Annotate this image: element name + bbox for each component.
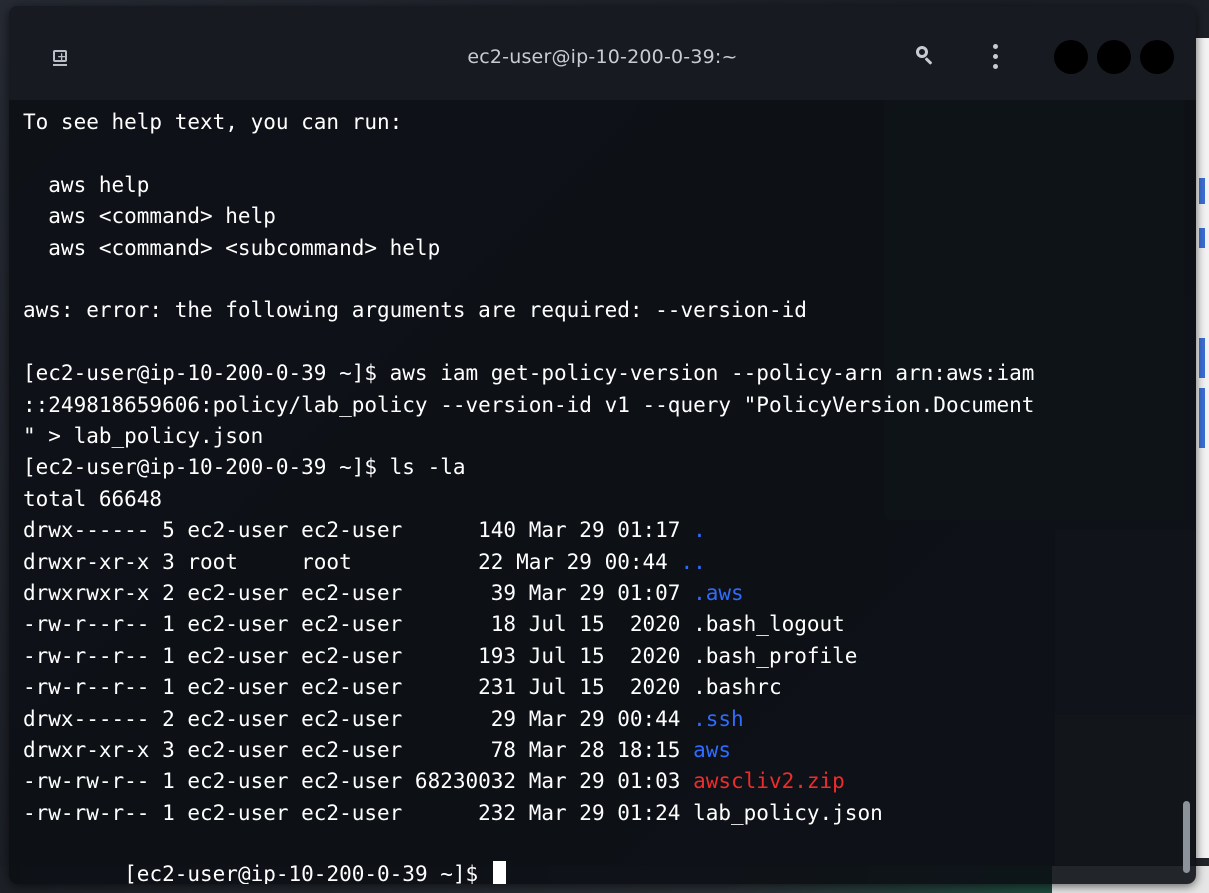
output-line: ::249818659606:policy/lab_policy --versi… [23, 390, 1034, 420]
output-line: aws help [23, 170, 149, 200]
line-text: -rw-rw-r-- 1 ec2-user ec2-user 232 Mar 2… [23, 800, 694, 825]
listing-row: drwx------ 5 ec2-user ec2-user 140 Mar 2… [23, 515, 706, 545]
search-icon[interactable] [915, 44, 937, 68]
file-name: .bash_profile [693, 643, 858, 668]
kebab-menu-icon[interactable] [989, 44, 1001, 70]
line-text: -rw-rw-r-- 1 ec2-user ec2-user 68230032 … [23, 769, 694, 794]
line-text: drwxrwxr-x 2 ec2-user ec2-user 39 Mar 29… [23, 581, 694, 605]
line-text: aws <command> help [23, 204, 276, 229]
listing-row: drwxrwxr-x 2 ec2-user ec2-user 39 Mar 29… [23, 578, 744, 608]
line-text: aws help [23, 172, 150, 197]
terminal-window[interactable]: + ec2-user@ip-10-200-0-39:~ To see help … [9, 6, 1196, 884]
file-name: .. [680, 549, 706, 574]
line-text: -rw-r--r-- 1 ec2-user ec2-user 231 Jul 1… [23, 675, 694, 700]
listing-row: -rw-rw-r-- 1 ec2-user ec2-user 232 Mar 2… [23, 798, 883, 828]
line-text: [ec2-user@ip-10-200-0-39 ~]$ aws iam get… [23, 361, 1035, 386]
line-text: aws <command> <subcommand> help [23, 235, 441, 260]
prompt-text: [ec2-user@ip-10-200-0-39 ~]$ [124, 862, 491, 884]
title-bar: + ec2-user@ip-10-200-0-39:~ [9, 6, 1196, 100]
maximize-button[interactable] [1097, 40, 1131, 74]
listing-row: -rw-r--r-- 1 ec2-user ec2-user 231 Jul 1… [23, 672, 782, 702]
listing-row: -rw-r--r-- 1 ec2-user ec2-user 193 Jul 1… [23, 641, 857, 671]
line-text: total 66648 [23, 486, 163, 511]
file-name: aws [693, 738, 732, 762]
listing-row: drwxr-xr-x 3 root root 22 Mar 29 00:44 .… [23, 547, 706, 577]
line-text: -rw-r--r-- 1 ec2-user ec2-user 193 Jul 1… [23, 643, 694, 668]
line-text: " > lab_policy.json [23, 424, 264, 448]
output-line: aws: error: the following arguments are … [23, 295, 807, 325]
file-name: .ssh [693, 706, 744, 731]
output-line: [ec2-user@ip-10-200-0-39 ~]$ aws iam get… [23, 358, 1034, 388]
output-line: " > lab_policy.json [23, 421, 263, 451]
file-name: .bashrc [693, 675, 782, 700]
line-text: aws: error: the following arguments are … [23, 298, 807, 323]
terminal-output[interactable]: To see help text, you can run: aws help … [9, 100, 1181, 884]
output-line: aws <command> help [23, 201, 276, 231]
line-text: drwxr-xr-x 3 ec2-user ec2-user 78 Mar 28… [23, 738, 694, 762]
line-text: -rw-r--r-- 1 ec2-user ec2-user 18 Jul 15… [23, 612, 694, 637]
prompt-line[interactable]: [ec2-user@ip-10-200-0-39 ~]$ [23, 829, 506, 884]
listing-row: -rw-rw-r-- 1 ec2-user ec2-user 68230032 … [23, 766, 845, 796]
file-name: .aws [693, 581, 744, 605]
close-button[interactable] [1140, 40, 1174, 74]
file-name: .bash_logout [693, 612, 845, 637]
line-text: ::249818659606:policy/lab_policy --versi… [23, 392, 1035, 417]
line-text: [ec2-user@ip-10-200-0-39 ~]$ ls -la [23, 455, 466, 480]
line-text: drwxr-xr-x 3 root root 22 Mar 29 00:44 [23, 549, 681, 574]
listing-row: drwxr-xr-x 3 ec2-user ec2-user 78 Mar 28… [23, 735, 731, 765]
file-name: lab_policy.json [693, 800, 883, 825]
window-title: ec2-user@ip-10-200-0-39:~ [467, 46, 738, 68]
file-name: awscliv2.zip [693, 769, 845, 794]
background-window-edge [1196, 38, 1209, 858]
desktop-background: + ec2-user@ip-10-200-0-39:~ To see help … [0, 0, 1209, 893]
line-text: To see help text, you can run: [23, 110, 403, 134]
output-line: aws <command> <subcommand> help [23, 233, 440, 263]
text-cursor [492, 861, 506, 884]
listing-row: drwx------ 2 ec2-user ec2-user 29 Mar 29… [23, 704, 744, 734]
scrollbar-thumb[interactable] [1183, 801, 1190, 873]
line-text: drwx------ 5 ec2-user ec2-user 140 Mar 2… [23, 518, 694, 543]
file-name: . [693, 518, 706, 543]
output-line: To see help text, you can run: [23, 107, 402, 137]
line-text: drwx------ 2 ec2-user ec2-user 29 Mar 29… [23, 706, 694, 731]
minimize-button[interactable] [1054, 40, 1088, 74]
output-line: total 66648 [23, 484, 162, 514]
output-line: [ec2-user@ip-10-200-0-39 ~]$ ls -la [23, 452, 466, 482]
listing-row: -rw-r--r-- 1 ec2-user ec2-user 18 Jul 15… [23, 609, 845, 639]
